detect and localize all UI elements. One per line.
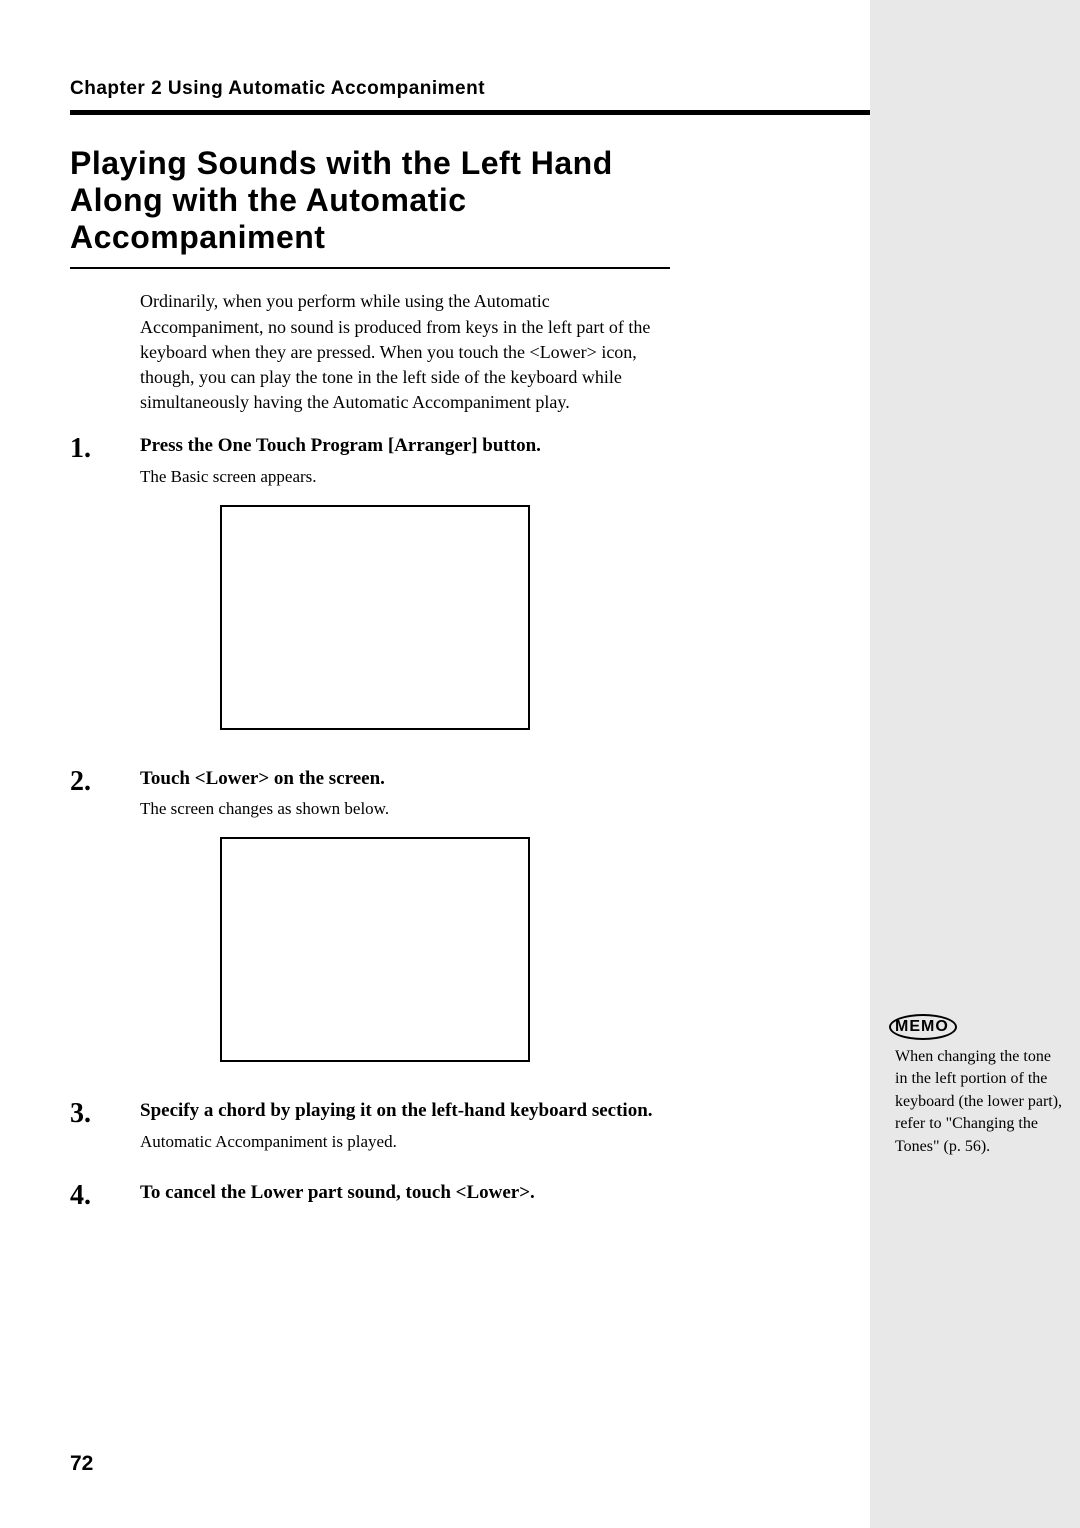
step-instruction: Touch <Lower> on the screen. — [140, 766, 800, 792]
memo-label: MEMO — [895, 1018, 1065, 1036]
intro-paragraph: Ordinarily, when you perform while using… — [140, 289, 660, 415]
step-subtext: The screen changes as shown below. — [140, 797, 800, 821]
step-2: 2. Touch <Lower> on the screen. The scre… — [70, 766, 800, 1088]
chapter-header: Chapter 2 Using Automatic Accompaniment — [70, 78, 800, 100]
screen-placeholder — [220, 837, 530, 1062]
memo-icon: MEMO — [895, 1018, 949, 1036]
step-subtext: The Basic screen appears. — [140, 465, 800, 489]
step-number: 3. — [70, 1098, 140, 1169]
page-number: 72 — [70, 1452, 93, 1476]
step-number: 2. — [70, 766, 140, 1088]
rule-thin — [70, 267, 670, 269]
screen-placeholder — [220, 505, 530, 730]
step-subtext: Automatic Accompaniment is played. — [140, 1130, 800, 1154]
step-1: 1. Press the One Touch Program [Arranger… — [70, 433, 800, 755]
step-number: 4. — [70, 1180, 140, 1212]
step-instruction: To cancel the Lower part sound, touch <L… — [140, 1180, 800, 1206]
step-instruction: Specify a chord by playing it on the lef… — [140, 1098, 800, 1124]
memo-text: When changing the tone in the left porti… — [895, 1046, 1065, 1158]
step-3: 3. Specify a chord by playing it on the … — [70, 1098, 800, 1169]
sidebar — [870, 0, 1080, 1528]
memo-block: MEMO When changing the tone in the left … — [895, 1018, 1065, 1158]
memo-label-text: MEMO — [895, 1018, 949, 1035]
step-instruction: Press the One Touch Program [Arranger] b… — [140, 433, 800, 459]
step-number: 1. — [70, 433, 140, 755]
page-main: Chapter 2 Using Automatic Accompaniment … — [0, 0, 870, 1528]
step-4: 4. To cancel the Lower part sound, touch… — [70, 1180, 800, 1212]
section-title: Playing Sounds with the Left Hand Along … — [70, 145, 670, 255]
rule-thick — [70, 110, 870, 115]
